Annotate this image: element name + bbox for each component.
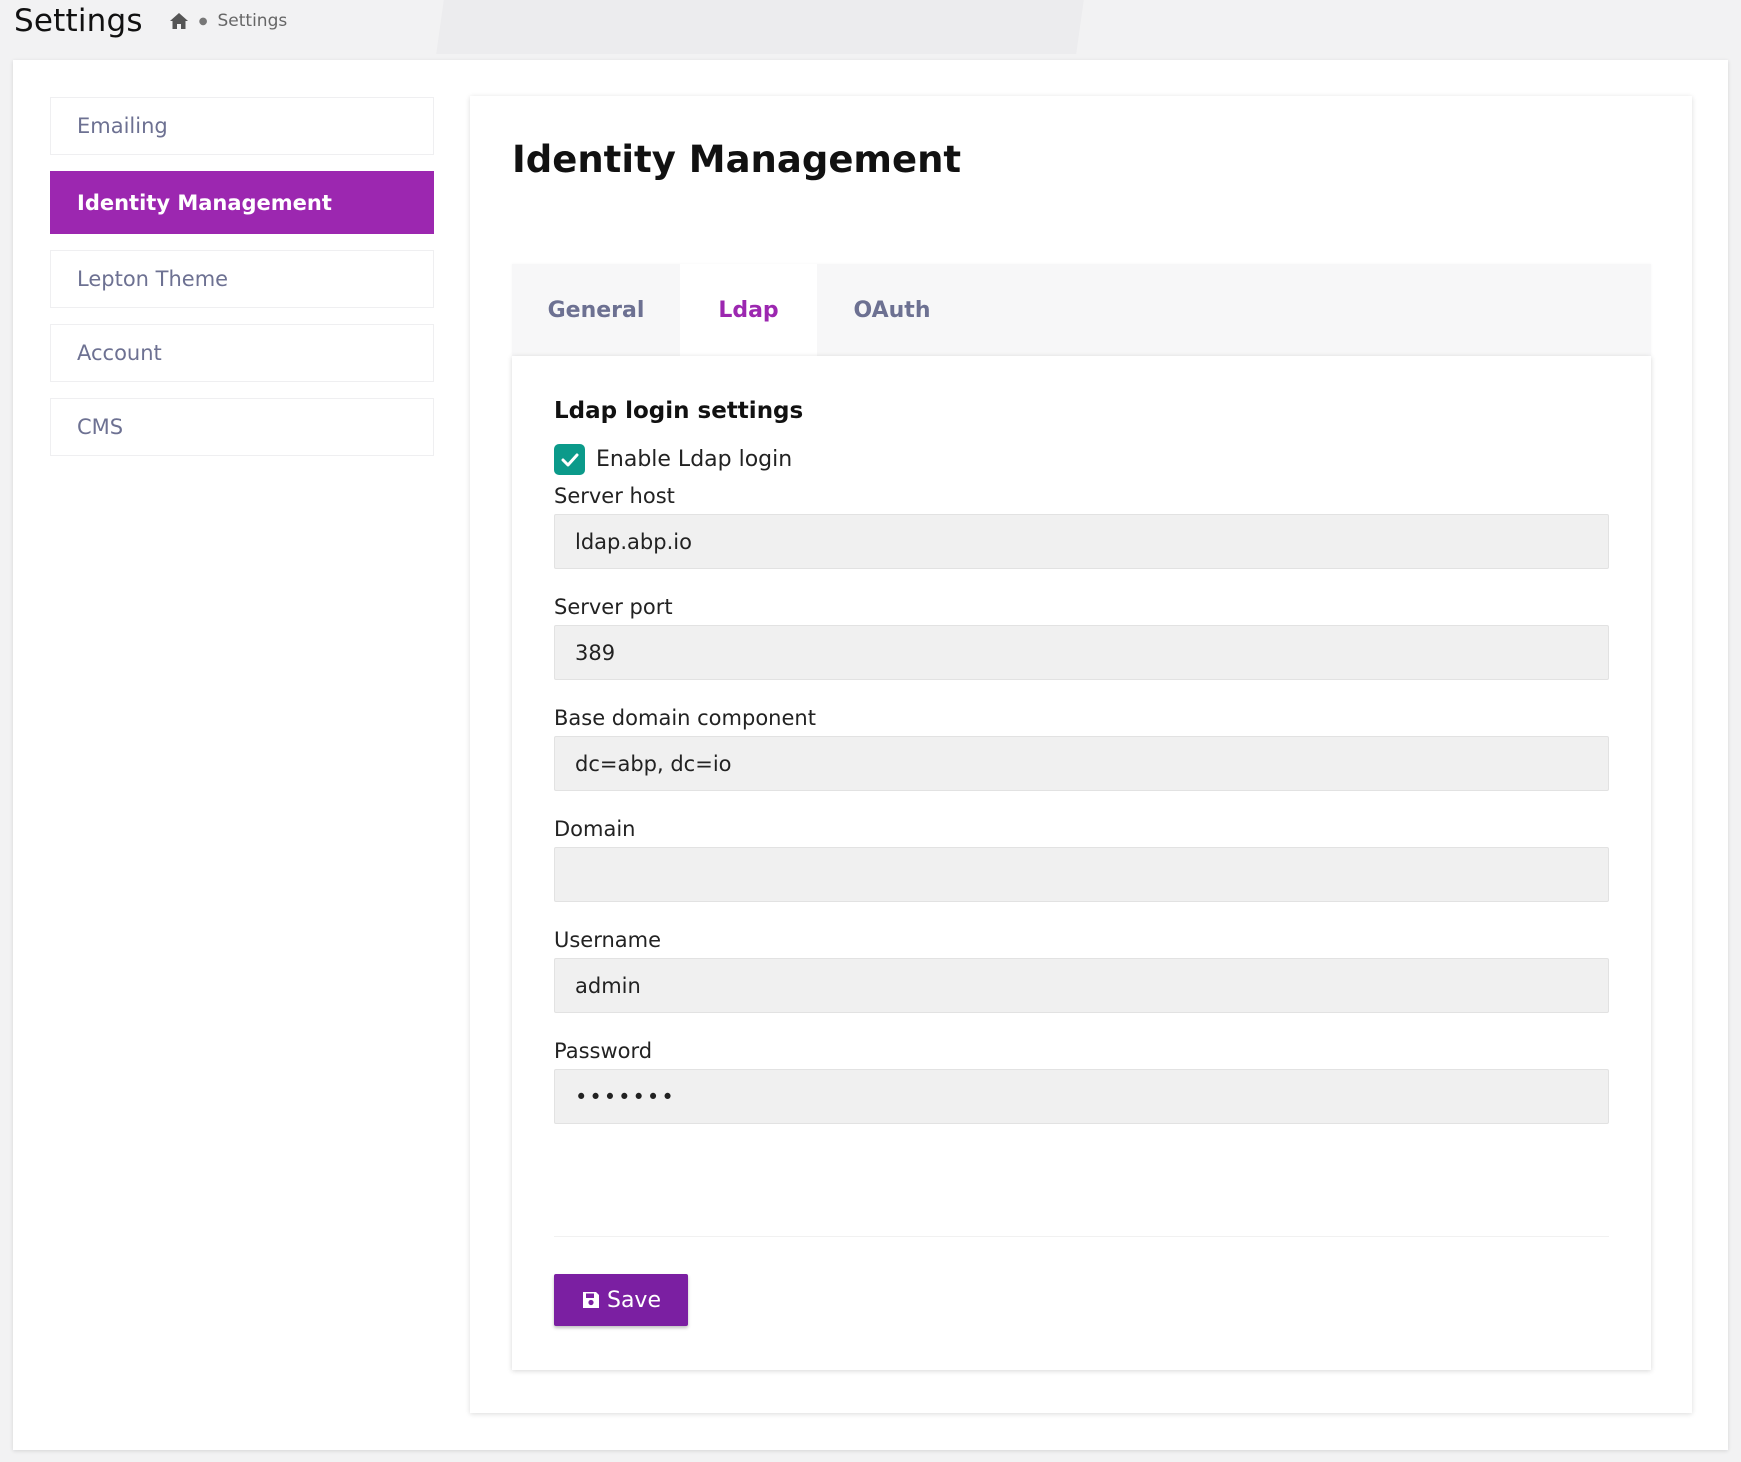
- page-title: Settings: [14, 3, 143, 39]
- ldap-tab-pane: Ldap login settings Enable Ldap login Se…: [512, 356, 1651, 1370]
- tab-oauth[interactable]: OAuth: [817, 264, 967, 356]
- domain-input[interactable]: [554, 847, 1609, 902]
- base-dc-input[interactable]: [554, 736, 1609, 791]
- sidebar-item-emailing[interactable]: Emailing: [50, 97, 434, 155]
- username-input[interactable]: [554, 958, 1609, 1013]
- breadcrumb-current: Settings: [217, 11, 288, 31]
- enable-ldap-checkbox[interactable]: [554, 444, 585, 475]
- server-host-input[interactable]: [554, 514, 1609, 569]
- settings-sidebar: Emailing Identity Management Lepton Them…: [50, 97, 434, 472]
- sidebar-item-cms[interactable]: CMS: [50, 398, 434, 456]
- content-card: Identity Management General Ldap OAuth L…: [470, 96, 1692, 1413]
- enable-ldap-label: Enable Ldap login: [596, 447, 793, 472]
- ldap-section-title: Ldap login settings: [554, 398, 804, 424]
- floppy-disk-icon: [582, 1292, 599, 1308]
- save-button[interactable]: Save: [554, 1274, 688, 1326]
- settings-card: Emailing Identity Management Lepton Them…: [13, 60, 1728, 1450]
- password-label: Password: [554, 1039, 653, 1063]
- server-port-input[interactable]: [554, 625, 1609, 680]
- tab-bar: General Ldap OAuth: [512, 264, 1651, 356]
- background-shape: [436, 0, 1084, 54]
- sidebar-item-lepton-theme[interactable]: Lepton Theme: [50, 250, 434, 308]
- password-input[interactable]: [554, 1069, 1609, 1124]
- breadcrumb: ● Settings: [169, 11, 287, 31]
- checkmark-icon: [561, 453, 578, 466]
- server-host-label: Server host: [554, 484, 675, 508]
- username-label: Username: [554, 928, 662, 952]
- breadcrumb-separator: ●: [198, 15, 208, 27]
- tab-ldap[interactable]: Ldap: [680, 264, 817, 356]
- form-divider: [554, 1236, 1609, 1237]
- enable-ldap-row: Enable Ldap login: [554, 444, 792, 475]
- tab-general[interactable]: General: [512, 264, 680, 356]
- save-button-label: Save: [606, 1287, 661, 1313]
- domain-label: Domain: [554, 817, 636, 841]
- sidebar-item-identity-management[interactable]: Identity Management: [50, 171, 434, 234]
- server-port-label: Server port: [554, 595, 673, 619]
- section-heading: Identity Management: [512, 138, 962, 181]
- base-dc-label: Base domain component: [554, 706, 816, 730]
- page-header: Settings ● Settings: [14, 0, 287, 42]
- home-icon[interactable]: [169, 12, 189, 30]
- sidebar-item-account[interactable]: Account: [50, 324, 434, 382]
